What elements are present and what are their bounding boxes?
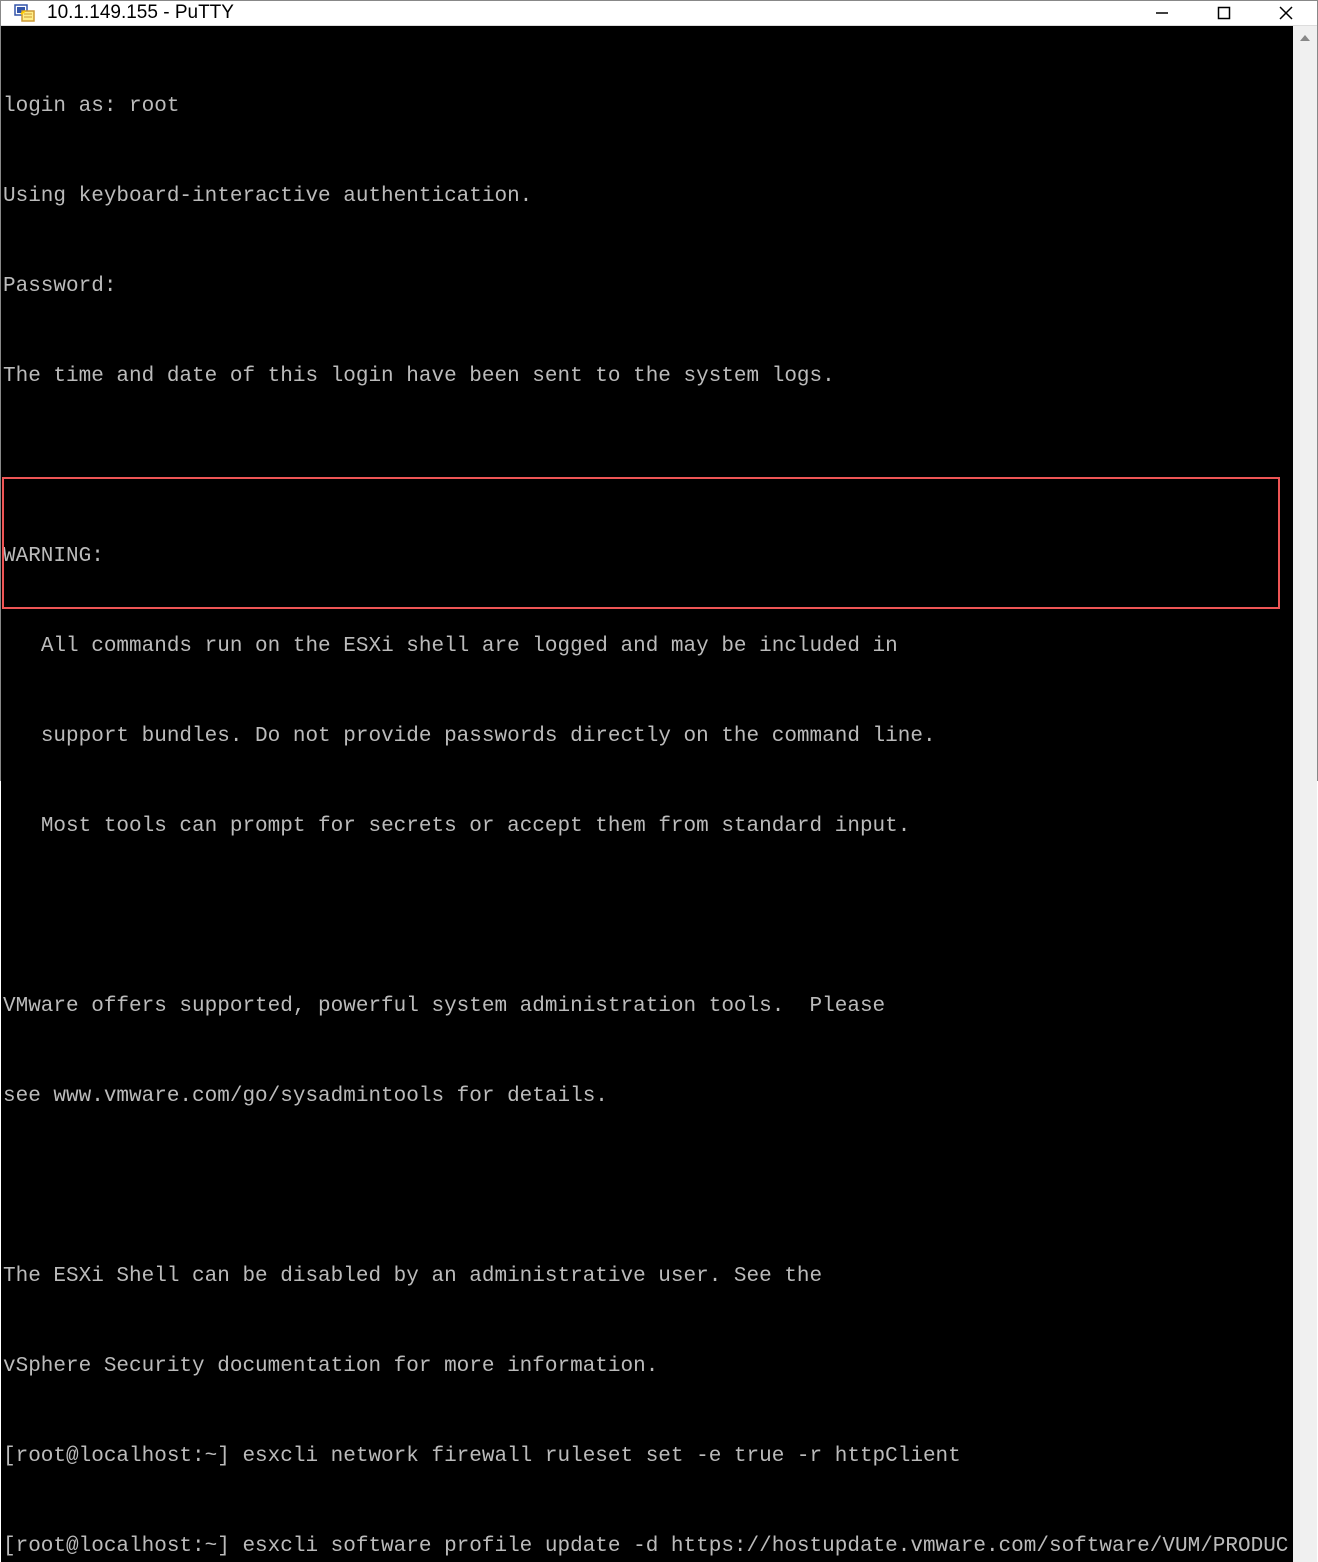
close-button[interactable] [1255,1,1317,25]
putty-icon [13,1,37,25]
terminal-line: The time and date of this login have bee… [3,362,1291,392]
terminal-line: [root@localhost:~] esxcli software profi… [3,1532,1291,1562]
terminal-line [3,1172,1291,1202]
terminal-line [3,452,1291,482]
terminal-line: VMware offers supported, powerful system… [3,992,1291,1022]
maximize-button[interactable] [1193,1,1255,25]
terminal-line [3,902,1291,932]
terminal-line: Most tools can prompt for secrets or acc… [3,812,1291,842]
terminal-line: All commands run on the ESXi shell are l… [3,632,1291,662]
scrollbar[interactable] [1293,26,1317,1562]
terminal-line: vSphere Security documentation for more … [3,1352,1291,1382]
terminal-line: Password: [3,272,1291,302]
terminal-line: [root@localhost:~] esxcli network firewa… [3,1442,1291,1472]
terminal-line: WARNING: [3,542,1291,572]
terminal-line: Using keyboard-interactive authenticatio… [3,182,1291,212]
terminal-line: The ESXi Shell can be disabled by an adm… [3,1262,1291,1292]
window: 10.1.149.155 - PuTTY login as: root Usin… [0,0,1318,781]
minimize-button[interactable] [1131,1,1193,25]
terminal-line: login as: root [3,92,1291,122]
titlebar[interactable]: 10.1.149.155 - PuTTY [1,1,1317,26]
scrollbar-up-arrow[interactable] [1293,26,1317,50]
terminal[interactable]: login as: root Using keyboard-interactiv… [1,26,1293,1562]
window-title: 10.1.149.155 - PuTTY [47,2,1131,24]
terminal-area: login as: root Using keyboard-interactiv… [1,26,1317,1562]
terminal-line: support bundles. Do not provide password… [3,722,1291,752]
window-controls [1131,1,1317,25]
scrollbar-track[interactable] [1293,50,1317,1562]
terminal-line: see www.vmware.com/go/sysadmintools for … [3,1082,1291,1112]
